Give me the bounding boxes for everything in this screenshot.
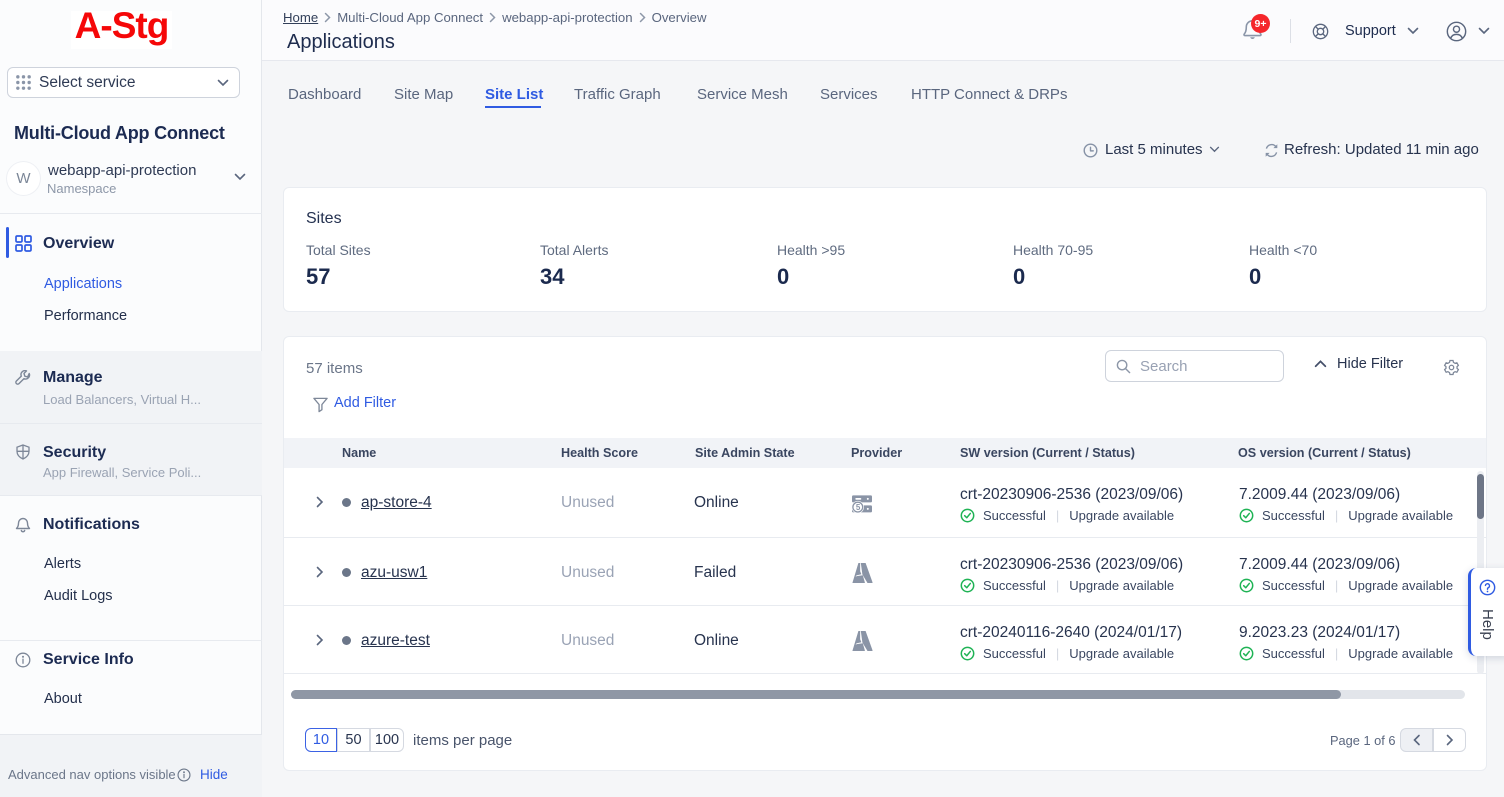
svg-text:5: 5: [856, 503, 861, 512]
